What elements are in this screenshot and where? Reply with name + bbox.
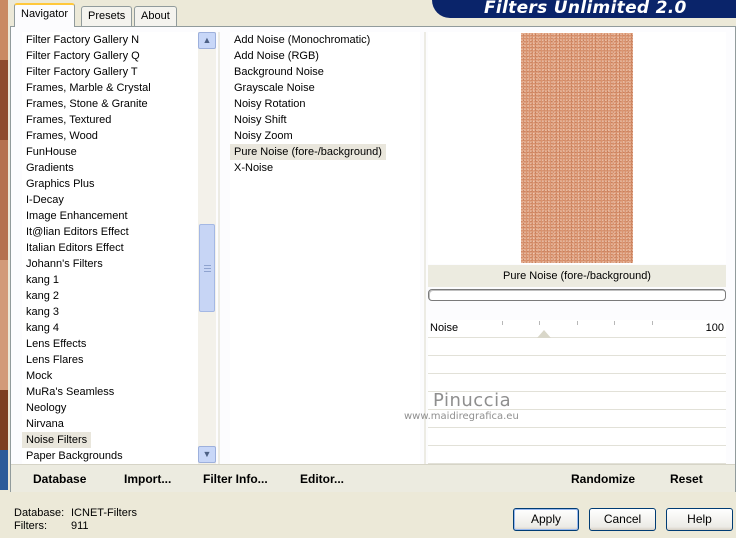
noise-value: 100 (705, 322, 724, 334)
noise-slider[interactable]: Noise 100 (428, 320, 726, 338)
reset-button[interactable]: Reset (670, 472, 703, 486)
database-label: Database: (14, 507, 65, 519)
randomize-button[interactable]: Randomize (571, 472, 635, 486)
list-item[interactable]: X-Noise (230, 160, 420, 176)
list-item[interactable]: It@lian Editors Effect (22, 224, 198, 240)
parameter-row (428, 428, 726, 446)
list-item[interactable]: Noisy Shift (230, 112, 420, 128)
scroll-down-icon[interactable]: ▼ (198, 446, 216, 463)
list-item[interactable]: Johann's Filters (22, 256, 198, 272)
scroll-up-icon[interactable]: ▲ (198, 32, 216, 49)
watermark-url: www.maidiregrafica.eu (404, 411, 519, 422)
list-item[interactable]: Frames, Wood (22, 128, 198, 144)
progress-bar (428, 289, 726, 301)
list-item[interactable]: Add Noise (RGB) (230, 48, 420, 64)
list-item[interactable]: Frames, Marble & Crystal (22, 80, 198, 96)
list-item[interactable]: Lens Effects (22, 336, 198, 352)
list-item[interactable]: Frames, Stone & Granite (22, 96, 198, 112)
list-item[interactable]: Italian Editors Effect (22, 240, 198, 256)
database-button[interactable]: Database (33, 472, 86, 486)
list-item[interactable]: kang 4 (22, 320, 198, 336)
list-item[interactable]: I-Decay (22, 192, 198, 208)
editor-button[interactable]: Editor... (300, 472, 344, 486)
cancel-button[interactable]: Cancel (589, 508, 656, 531)
help-button[interactable]: Help (666, 508, 733, 531)
list-item[interactable]: Filter Factory Gallery N (22, 32, 198, 48)
filter-list[interactable]: Add Noise (Monochromatic) Add Noise (RGB… (230, 32, 420, 464)
apply-button[interactable]: Apply (513, 508, 579, 531)
parameter-row (428, 356, 726, 374)
list-item[interactable]: Mock (22, 368, 198, 384)
list-item[interactable]: Noisy Rotation (230, 96, 420, 112)
parameter-row (428, 446, 726, 464)
list-item-selected[interactable]: Noise Filters (22, 432, 92, 448)
list-item[interactable]: Frames, Textured (22, 112, 198, 128)
filters-count-value: 911 (71, 520, 89, 532)
tab-about[interactable]: About (134, 6, 177, 26)
slider-ticks (502, 321, 654, 325)
list-item[interactable]: Lens Flares (22, 352, 198, 368)
database-value: ICNET-Filters (71, 507, 137, 519)
list-item[interactable]: kang 2 (22, 288, 198, 304)
list-item[interactable]: Gradients (22, 160, 198, 176)
category-scrollbar[interactable]: ▲ ▼ (198, 32, 216, 464)
watermark-name: Pinuccia (433, 390, 512, 411)
list-item[interactable]: kang 3 (22, 304, 198, 320)
list-item[interactable]: Noisy Zoom (230, 128, 420, 144)
filters-count-label: Filters: (14, 520, 47, 532)
tab-navigator[interactable]: Navigator (14, 3, 76, 27)
category-list[interactable]: Filter Factory Gallery N Filter Factory … (22, 32, 198, 464)
slider-thumb[interactable] (537, 330, 551, 338)
background-window (0, 0, 8, 538)
list-item[interactable]: Background Noise (230, 64, 420, 80)
list-item[interactable]: Filter Factory Gallery T (22, 64, 198, 80)
list-item[interactable]: Paper Backgrounds (22, 448, 198, 464)
list-item-selected[interactable]: Pure Noise (fore-/background) (230, 144, 386, 160)
parameter-row (428, 338, 726, 356)
app-title-banner: Filters Unlimited 2.0 (432, 0, 736, 18)
divider (218, 32, 220, 464)
noise-label: Noise (430, 322, 459, 334)
list-item[interactable]: FunHouse (22, 144, 198, 160)
list-item[interactable]: Add Noise (Monochromatic) (230, 32, 420, 48)
list-item[interactable]: kang 1 (22, 272, 198, 288)
preview-area (428, 32, 726, 264)
tab-presets[interactable]: Presets (81, 6, 133, 26)
list-item[interactable]: Image Enhancement (22, 208, 198, 224)
list-item[interactable]: Grayscale Noise (230, 80, 420, 96)
divider (424, 32, 426, 464)
list-item[interactable]: Graphics Plus (22, 176, 198, 192)
filter-name-label: Pure Noise (fore-/background) (428, 265, 726, 287)
scroll-thumb[interactable] (199, 224, 215, 312)
list-item[interactable]: MuRa's Seamless (22, 384, 198, 400)
action-bar: Database Import... Filter Info... Editor… (11, 464, 735, 492)
list-item[interactable]: Neology (22, 400, 198, 416)
filter-info-button[interactable]: Filter Info... (203, 472, 268, 486)
noise-preview-image (521, 33, 633, 263)
list-item[interactable]: Filter Factory Gallery Q (22, 48, 198, 64)
import-button[interactable]: Import... (124, 472, 171, 486)
list-item[interactable]: Nirvana (22, 416, 198, 432)
